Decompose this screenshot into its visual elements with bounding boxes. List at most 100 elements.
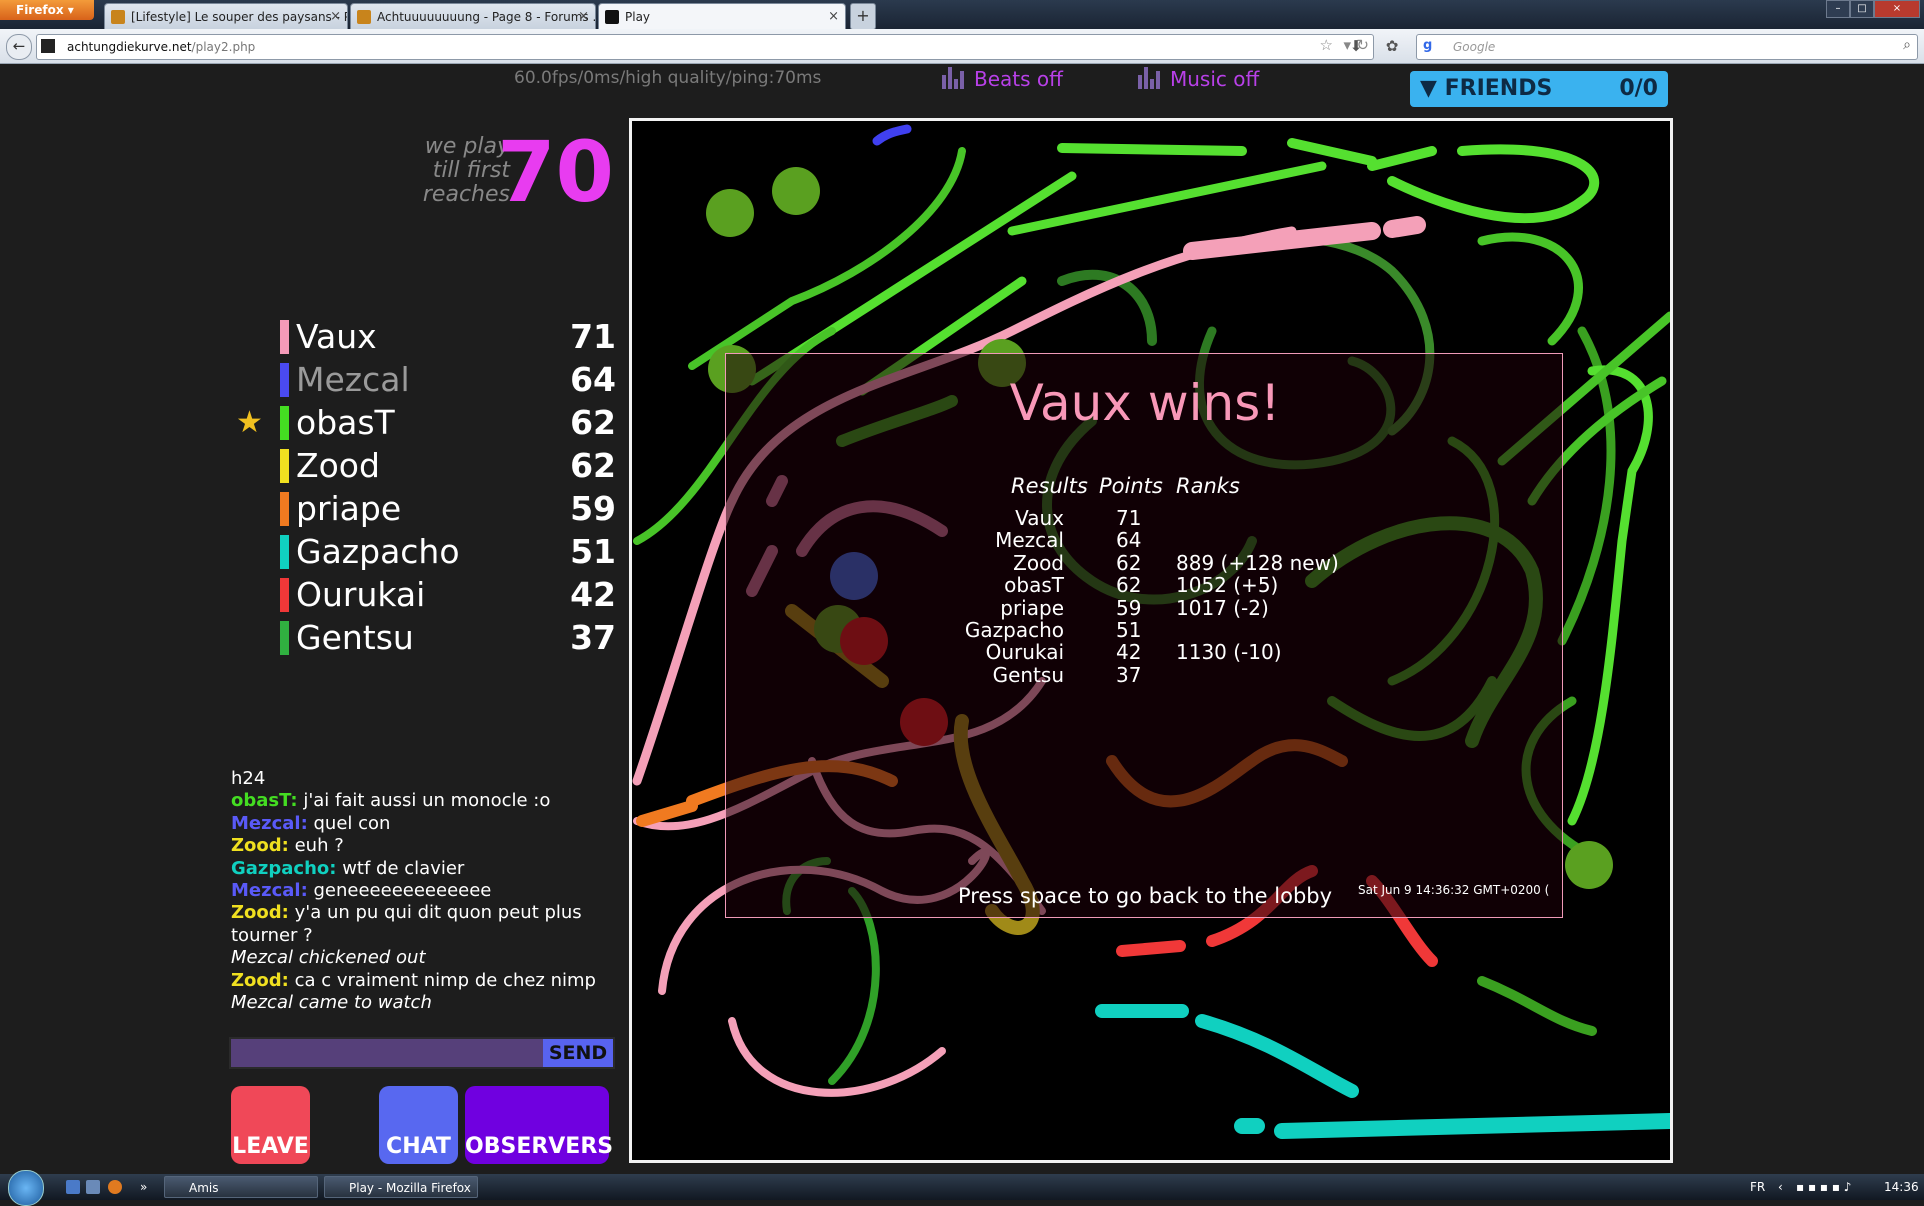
forum-favicon-icon [357,10,371,24]
player-points: 62 [570,446,616,485]
result-rank: 1130 (-10) [1176,640,1282,665]
scoreboard-row: ★ obasT 62 [230,402,616,445]
result-player-name: Gentsu [992,662,1064,687]
player-points: 59 [570,489,616,528]
minimize-icon[interactable]: – [1826,0,1850,18]
tray-expand-icon[interactable]: ‹ [1778,1174,1783,1200]
result-player-name: Zood [1013,550,1064,575]
windows-taskbar: » Amis Play - Mozilla Firefox FR ‹ ▪ ▪ ▪… [0,1170,1924,1206]
player-name: obasT [296,403,395,442]
tab-lifestyle[interactable]: [Lifestyle] Le souper des paysans - Pa..… [104,3,348,29]
scoreboard-row: Mezcal 64 [230,359,616,402]
result-player-name: Vaux [1015,506,1064,530]
download-icon[interactable]: ⬇ [1344,35,1368,57]
search-box[interactable]: g Google ⌕ [1416,34,1918,60]
start-button[interactable] [8,1170,44,1206]
quicklaunch-expand-icon[interactable]: » [140,1174,147,1200]
friends-panel-toggle[interactable]: ▼ FRIENDS 0/0 [1410,71,1668,107]
tab-label: Achtuuuuuuuung - Page 8 - Forums ... [377,10,596,24]
result-points: 71 [1116,506,1142,530]
player-name: Ourukai [296,575,426,614]
firefox-menu-button[interactable]: Firefox ▾ [0,0,94,20]
player-color-swatch [280,535,289,569]
winner-announcement: Vaux wins! [1009,374,1281,432]
url-text: achtungdiekurve.net/play2.php [67,40,256,54]
browser-tab-strip: Firefox ▾ [Lifestyle] Le souper des pays… [0,0,1924,30]
chat-text: Mezcal came to watch [231,992,432,1014]
result-points: 62 [1116,573,1142,598]
player-points: 37 [570,618,616,657]
chat-text: j'ai fait aussi un monocle :o [297,790,551,812]
chat-text: Mezcal chickened out [231,947,426,969]
result-timestamp: Sat Jun 9 14:36:32 GMT+0200 ( [1358,883,1550,897]
tab-play[interactable]: Play × [598,3,846,29]
player-name: Vaux [296,317,377,356]
player-points: 71 [570,317,616,356]
back-button[interactable]: ← [6,34,32,60]
results-overlay: Vaux wins! Results Points Ranks Vaux 71 Me… [725,353,1563,918]
equalizer-icon [1138,67,1162,94]
chat-author: Gazpacho: [231,857,337,879]
chat-button[interactable]: CHAT [379,1086,458,1164]
tab-label: [Lifestyle] Le souper des paysans - Pa..… [131,10,348,24]
player-color-swatch [280,492,289,526]
chat-author: Mezcal: [231,880,308,902]
goal-indicator: we play till first reaches 70 [400,123,614,239]
close-icon[interactable]: × [828,4,839,29]
send-button[interactable]: SEND [543,1039,613,1067]
chat-message: Mezcal: geneeeeeeeeeeeee [231,880,611,902]
taskbar-item-amis[interactable]: Amis [164,1176,318,1198]
friends-label: FRIENDS [1444,76,1553,101]
search-icon[interactable]: ⌕ [1903,37,1911,53]
scoreboard-row: Gentsu 37 [230,617,616,660]
result-rank: 1052 (+5) [1176,573,1279,598]
new-tab-button[interactable]: + [850,3,876,30]
maximize-icon[interactable]: □ [1850,0,1874,18]
beats-toggle[interactable]: Beats off [942,67,1063,94]
tray-icons[interactable]: ▪ ▪ ▪ ▪ ♪ [1796,1174,1851,1200]
music-toggle[interactable]: Music off [1138,67,1259,94]
ranks-column-header: Ranks [1176,474,1240,498]
address-bar[interactable]: achtungdiekurve.net/play2.php ☆ ▾ ↻ [36,34,1374,60]
result-player-name: Mezcal [995,528,1064,553]
chat-author: Zood: [231,902,289,924]
result-player-name: priape [1000,595,1064,620]
close-window-icon[interactable]: × [1874,0,1920,18]
close-icon[interactable]: × [330,4,341,29]
chat-message: Zood: ca c vraiment nimp de chez nimp [231,970,611,992]
result-points: 64 [1116,528,1142,553]
player-name: priape [296,489,402,528]
taskbar-item-firefox[interactable]: Play - Mozilla Firefox [324,1176,478,1198]
firefox-quicklaunch-icon[interactable] [108,1180,122,1194]
result-player-name: obasT [1004,573,1064,598]
star-icon: ★ [236,405,263,440]
observers-button[interactable]: OBSERVERS [465,1086,613,1164]
scoreboard-row: Ourukai 42 [230,574,616,617]
player-name: Gazpacho [296,532,460,571]
goal-target: 70 [497,123,614,221]
chat-message: h24 [231,768,611,790]
chat-log: h24 obasT: j'ai fait aussi un monocle :o M… [231,768,611,1014]
friends-count: 0/0 [1619,76,1658,101]
scoreboard-row: Gazpacho 51 [230,531,616,574]
chat-message: Mezcal came to watch [231,992,611,1014]
tab-forums[interactable]: Achtuuuuuuuung - Page 8 - Forums ... × [350,3,596,29]
bookmark-star-icon[interactable]: ☆ [1320,36,1333,54]
tab-label: Play [625,10,651,24]
show-desktop-icon[interactable] [66,1180,80,1194]
result-rank: 889 (+128 new) [1176,550,1339,575]
switch-windows-icon[interactable] [86,1180,100,1194]
clock: 14:36 [1884,1180,1919,1194]
scoreboard-row: priape 59 [230,488,616,531]
navigation-bar: ← achtungdiekurve.net/play2.php ☆ ▾ ↻ ⬇ … [0,29,1924,64]
chat-message: Mezcal: quel con [231,813,611,835]
leave-button[interactable]: LEAVE [231,1086,310,1164]
chat-author: Zood: [231,835,289,857]
language-indicator[interactable]: FR [1750,1174,1765,1200]
chat-input[interactable]: SEND [229,1037,615,1069]
close-icon[interactable]: × [578,4,589,29]
chat-message: Zood: y'a un pu qui dit quon peut plus t… [231,902,611,947]
scoreboard-row: Zood 62 [230,445,616,488]
addon-icon[interactable]: ✿ [1380,35,1404,57]
equalizer-icon [942,67,966,94]
